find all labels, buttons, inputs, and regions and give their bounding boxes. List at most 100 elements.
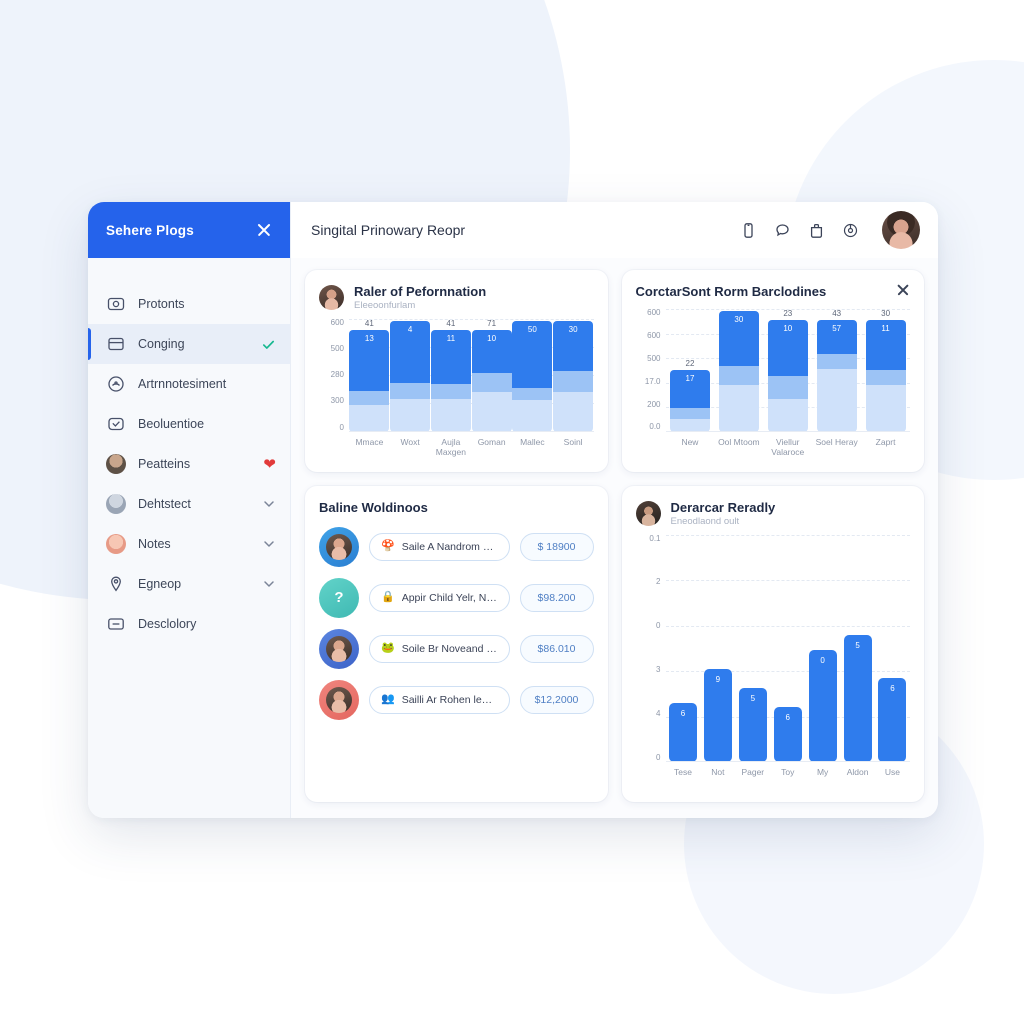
x-axis: Mmace Woxt Aujla Maxgen Goman Mallec Soinl [349,432,594,462]
list-item-text: Sailli Ar Rohen lead Oldtive [401,693,498,706]
close-icon[interactable] [895,282,911,298]
list-item[interactable]: 🐸 Soile Br Noveand Chiilc $86.010 [319,628,594,669]
sidebar-item-dehtstect[interactable]: Dehtstect [88,484,290,524]
list-item[interactable]: 🍄 Saile A Nandrom Clnins $ 18900 [319,526,594,567]
bar-column[interactable]: 71 10 [471,319,512,432]
sidebar-item-beoluentioe[interactable]: Beoluentioe [88,404,290,444]
x-tick-label: Soel Heray [815,436,858,447]
bar-column[interactable]: 6 [770,535,805,762]
bar-group: 22 17 30 23 10 43 57 30 11 [666,309,911,432]
list-item-amount[interactable]: $98.200 [519,583,594,612]
bar-segment [512,399,553,432]
bar-segment [390,383,431,400]
y-tick: 300 [330,396,344,406]
bar-column[interactable]: 41 13 [349,319,390,432]
bar-column[interactable]: 22 17 [666,309,715,432]
card-title: Raler of Pefornnation [354,284,487,299]
list-item[interactable]: ? 🔒 Appir Child Yelr, Ne Sorery $98.200 [319,577,594,618]
sidebar-item-trailing[interactable] [262,577,276,591]
bar[interactable]: 6 [668,703,697,762]
list-item-text: Soile Br Noveand Chiilc [401,642,498,655]
avatar[interactable] [882,211,920,249]
bar-column[interactable]: 30 [714,309,763,432]
emoji-icon: 👥 [381,693,395,705]
x-tick-label: Goman [477,436,506,447]
globe-icon[interactable] [842,222,859,239]
bar[interactable]: 9 [703,669,732,762]
bar-column[interactable]: 30 [553,319,594,432]
sidebar-item-peatteins[interactable]: Peatteins ❤ [88,444,290,484]
sidebar-item-protonts[interactable]: Protonts [88,284,290,324]
x-tick-label: Viellur Valaroce [771,436,805,458]
y-axis: 600 600 500 17.0 200 0.0 [636,309,666,462]
sidebar-header: Sehere Plogs [88,202,290,258]
bar-column[interactable]: 5 [840,535,875,762]
chat-icon[interactable] [774,222,791,239]
bar[interactable]: 6 [773,707,802,762]
list-item[interactable]: 👥 Sailli Ar Rohen lead Oldtive $12,2000 [319,679,594,720]
sidebar-item-notes[interactable]: Notes [88,524,290,564]
bar[interactable]: 5 [843,634,872,762]
bar-segment: 30 [718,311,759,366]
heart-icon[interactable]: ❤ [263,457,276,472]
bar-segment: 11 [430,330,471,384]
sidebar-item-egneop[interactable]: Egneop [88,564,290,604]
x-tick-label: Use [884,767,901,777]
list-item-pill[interactable]: 👥 Sailli Ar Rohen lead Oldtive [369,685,510,714]
list-item-amount[interactable]: $12,2000 [519,685,594,714]
bar-column[interactable]: 6 [666,535,701,762]
bag-icon[interactable] [808,222,825,239]
sidebar-item-label: Beoluentioe [138,417,205,431]
avatar [319,285,344,310]
bar[interactable]: 6 [878,678,907,762]
x-tick-label: Woxt [400,436,420,447]
bar-segment [553,392,594,432]
screen: Sehere Plogs Protonts Conging Artrnnotes… [0,0,1024,1024]
bar-column[interactable]: 0 [805,535,840,762]
bar-column[interactable]: 5 [735,535,770,762]
chevron-down-icon[interactable] [262,497,276,511]
y-tick: 4 [656,709,661,719]
bar-total-label: 30 [881,309,891,318]
bar-column[interactable]: 9 [700,535,735,762]
bar-segment [669,407,710,420]
bar-total-label: 71 [487,319,497,328]
card-subtitle: Eneodlaond oult [670,515,740,527]
bar-value-label: 30 [734,315,744,324]
bar-column[interactable]: 4 [390,319,431,432]
bar-stack: 11 [865,320,906,432]
chevron-down-icon[interactable] [262,577,276,591]
close-icon[interactable] [254,220,274,240]
sidebar-item-artrnnotesiment[interactable]: Artrnnotesiment [88,364,290,404]
bar-column[interactable]: 50 [512,319,553,432]
top-bar: Singital Prinowary Reopr [291,202,938,258]
sidebar-item-desclolory[interactable]: Desclolory [88,604,290,644]
bar-column[interactable]: 41 11 [430,319,472,432]
bar[interactable]: 0 [808,650,837,762]
list-item-text: Saile A Nandrom Clnins [401,540,498,553]
bar-column[interactable]: 6 [875,535,910,762]
bar-value-label: 6 [890,684,895,694]
chevron-down-icon[interactable] [262,537,276,551]
sidebar-item-conging[interactable]: Conging [88,324,290,364]
sidebar-item-trailing[interactable] [262,537,276,551]
bar-column[interactable]: 43 57 [812,309,861,432]
bar-stack: 4 [390,321,431,432]
y-tick: 500 [330,344,344,354]
list-item-pill[interactable]: 🐸 Soile Br Noveand Chiilc [369,634,510,663]
list-item-pill[interactable]: 🍄 Saile A Nandrom Clnins [369,532,510,561]
list-item-pill[interactable]: 🔒 Appir Child Yelr, Ne Sorery [369,583,510,612]
sidebar-item-label: Conging [138,337,185,351]
card-ready: Derarcar Reradly Eneodlaond oult 0.1 2 0… [621,485,924,802]
list-item-amount[interactable]: $ 18900 [519,532,594,561]
list-item-amount[interactable]: $86.010 [519,634,594,663]
sidebar-item-trailing[interactable]: ❤ [263,457,276,472]
bar-value-label: 0 [820,656,825,666]
phone-icon[interactable] [740,222,757,239]
bar-column[interactable]: 23 10 [763,309,812,432]
bar-segment: 10 [471,330,512,374]
bar[interactable]: 5 [738,687,767,762]
card-header: Raler of Pefornnation Eleeoonfurlam [319,284,594,311]
sidebar-item-trailing[interactable] [262,497,276,511]
bar-column[interactable]: 30 11 [861,309,910,432]
